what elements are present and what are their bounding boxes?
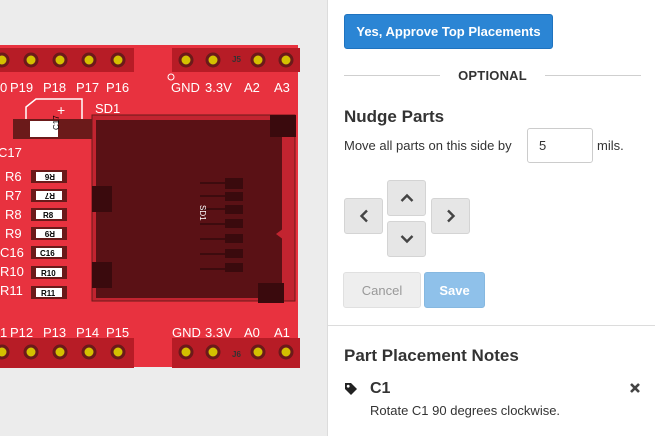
- pin-label-gnd-top: GND: [171, 80, 200, 95]
- pin-label-33v-top: 3.3V: [205, 80, 232, 95]
- pin-label-1: 1: [0, 325, 7, 340]
- pin-label-p15: P15: [106, 325, 129, 340]
- optional-label: OPTIONAL: [458, 67, 527, 83]
- ref-r7: R7: [5, 188, 22, 203]
- pin-label-p13: P13: [43, 325, 66, 340]
- ref-r8: R8: [5, 207, 22, 222]
- nudge-mils-input[interactable]: [527, 128, 593, 163]
- pin-label-p18: P18: [43, 80, 66, 95]
- svg-text:R8: R8: [43, 211, 54, 220]
- ref-r9: R9: [5, 226, 22, 241]
- svg-text:R9: R9: [44, 229, 55, 238]
- pin-label-gnd-bottom: GND: [172, 325, 201, 340]
- pin-label-p19: P19: [10, 80, 33, 95]
- pin-label-p12: P12: [10, 325, 33, 340]
- chevron-left-icon: [359, 209, 368, 223]
- svg-text:R11: R11: [41, 289, 56, 298]
- optional-divider: OPTIONAL: [344, 66, 642, 84]
- pin-label-a0: A0: [244, 325, 260, 340]
- mils-unit-label: mils.: [597, 138, 624, 153]
- ref-c16: C16: [0, 245, 24, 260]
- nudge-down-button[interactable]: [387, 221, 426, 257]
- pin-label-p14: P14: [76, 325, 99, 340]
- section-divider: [328, 325, 655, 326]
- tag-icon: [345, 383, 357, 395]
- move-parts-label: Move all parts on this side by: [344, 138, 512, 153]
- note-text: Rotate C1 90 degrees clockwise.: [370, 403, 561, 418]
- chevron-up-icon: [400, 193, 413, 202]
- c17-silk: C17: [52, 115, 61, 130]
- connector-j5: J5: [232, 55, 241, 64]
- c17-left-label: C17: [0, 145, 22, 160]
- pin-label-p16: P16: [106, 80, 129, 95]
- app-root: 0 P19 P18 P17 P16 GND 3.3V A2 A3 1 P12 P…: [0, 0, 655, 436]
- nudge-up-button[interactable]: [387, 180, 426, 216]
- svg-text:C16: C16: [40, 249, 55, 258]
- pin-label-p17: P17: [76, 80, 99, 95]
- pin-label-33v-bottom: 3.3V: [205, 325, 232, 340]
- svg-text:R6: R6: [44, 172, 55, 181]
- sd-silk-label: SD1: [198, 205, 207, 221]
- close-icon[interactable]: [629, 382, 641, 394]
- divider-line-left: [344, 74, 441, 76]
- ref-r10: R10: [0, 264, 24, 279]
- ref-r6: R6: [5, 169, 22, 184]
- pin-label-0: 0: [0, 80, 7, 95]
- ref-r11: R11: [0, 283, 23, 298]
- chevron-right-icon: [446, 209, 455, 223]
- board-preview[interactable]: 0 P19 P18 P17 P16 GND 3.3V A2 A3 1 P12 P…: [0, 0, 328, 436]
- save-button[interactable]: Save: [424, 272, 485, 308]
- chevron-down-icon: [400, 235, 413, 244]
- sd-socket-body: [96, 120, 282, 298]
- nudge-left-button[interactable]: [344, 198, 383, 234]
- note-part-name: C1: [370, 380, 391, 397]
- nudge-right-button[interactable]: [431, 198, 470, 234]
- note-item: C1: [344, 380, 641, 400]
- pin-label-a1: A1: [274, 325, 290, 340]
- pcb-board: 0 P19 P18 P17 P16 GND 3.3V A2 A3 1 P12 P…: [0, 45, 300, 368]
- pin-label-a2: A2: [244, 80, 260, 95]
- connector-j6: J6: [232, 350, 241, 359]
- cancel-button[interactable]: Cancel: [343, 272, 421, 308]
- sd1-label: SD1: [95, 101, 120, 116]
- svg-text:R10: R10: [41, 269, 56, 278]
- pin-label-a3: A3: [274, 80, 290, 95]
- placement-notes-title: Part Placement Notes: [344, 346, 519, 365]
- nudge-parts-title: Nudge Parts: [344, 107, 445, 126]
- approve-top-placements-button[interactable]: Yes, Approve Top Placements: [344, 14, 553, 49]
- placement-panel: Yes, Approve Top Placements OPTIONAL Nud…: [328, 0, 655, 436]
- svg-text:R7: R7: [44, 191, 55, 200]
- divider-line-right: [544, 74, 642, 76]
